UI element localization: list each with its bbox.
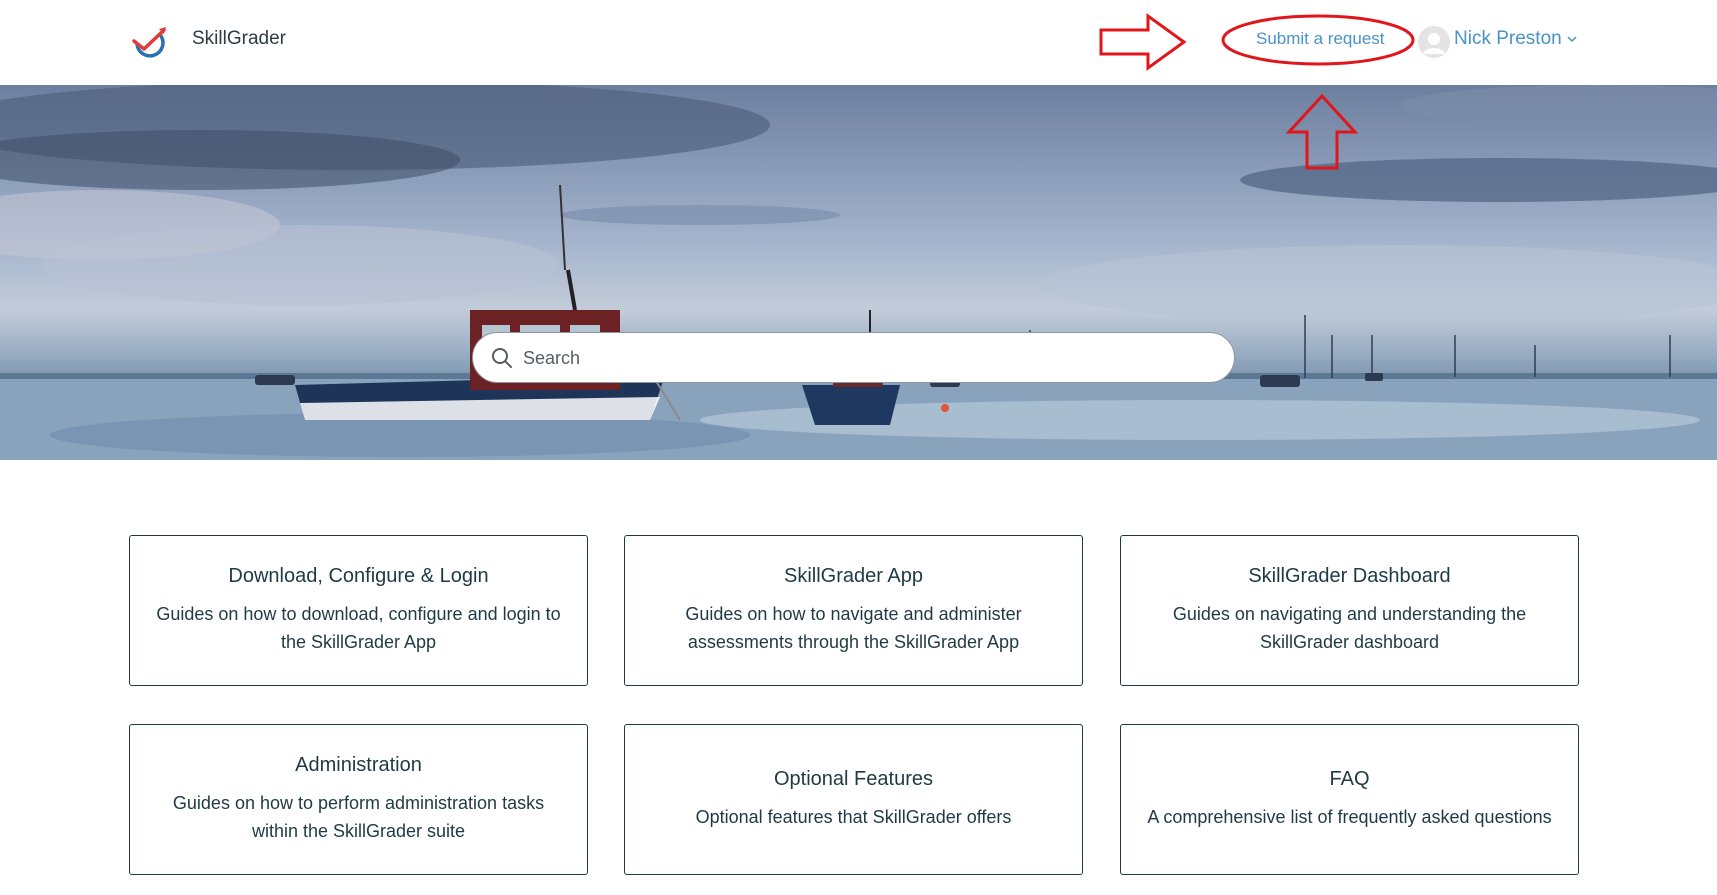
chevron-down-icon[interactable]	[1565, 32, 1579, 46]
card-description: Guides on how to perform administration …	[172, 793, 545, 841]
category-card-faq[interactable]: FAQ A comprehensive list of frequently a…	[1120, 724, 1579, 875]
avatar[interactable]	[1418, 26, 1450, 58]
card-title: FAQ	[1329, 768, 1370, 790]
search-bar	[472, 332, 1235, 383]
user-avatar-icon	[1418, 26, 1450, 58]
card-title: Administration	[295, 754, 422, 776]
category-card-download-configure-login[interactable]: Download, Configure & Login Guides on ho…	[129, 535, 588, 686]
card-title: SkillGrader App	[784, 565, 923, 587]
card-title: Optional Features	[774, 768, 933, 790]
header: SkillGrader Submit a request Nick Presto…	[0, 0, 1717, 85]
submit-request-link[interactable]: Submit a request	[1256, 29, 1385, 49]
hero-boats-image	[0, 85, 1717, 460]
search-icon	[492, 348, 512, 368]
card-description: Guides on how to navigate and administer…	[685, 604, 1022, 652]
skillgrader-logo-icon[interactable]	[131, 24, 171, 58]
card-title: SkillGrader Dashboard	[1248, 565, 1451, 587]
category-card-skillgrader-app[interactable]: SkillGrader App Guides on how to navigat…	[624, 535, 1083, 686]
card-title: Download, Configure & Login	[228, 565, 489, 587]
category-card-skillgrader-dashboard[interactable]: SkillGrader Dashboard Guides on navigati…	[1120, 535, 1579, 686]
search-input[interactable]	[523, 341, 1213, 375]
annotation-arrow-right-icon	[1099, 13, 1187, 71]
brand-name[interactable]: SkillGrader	[192, 28, 286, 50]
card-description: Guides on navigating and understanding t…	[1172, 604, 1527, 652]
category-card-administration[interactable]: Administration Guides on how to perform …	[129, 724, 588, 875]
hero-banner	[0, 85, 1717, 460]
category-card-optional-features[interactable]: Optional Features Optional features that…	[624, 724, 1083, 875]
card-description: Optional features that SkillGrader offer…	[695, 807, 1012, 827]
user-menu-name[interactable]: Nick Preston	[1454, 28, 1562, 50]
card-description: A comprehensive list of frequently asked…	[1147, 807, 1552, 827]
card-description: Guides on how to download, configure and…	[156, 604, 561, 652]
